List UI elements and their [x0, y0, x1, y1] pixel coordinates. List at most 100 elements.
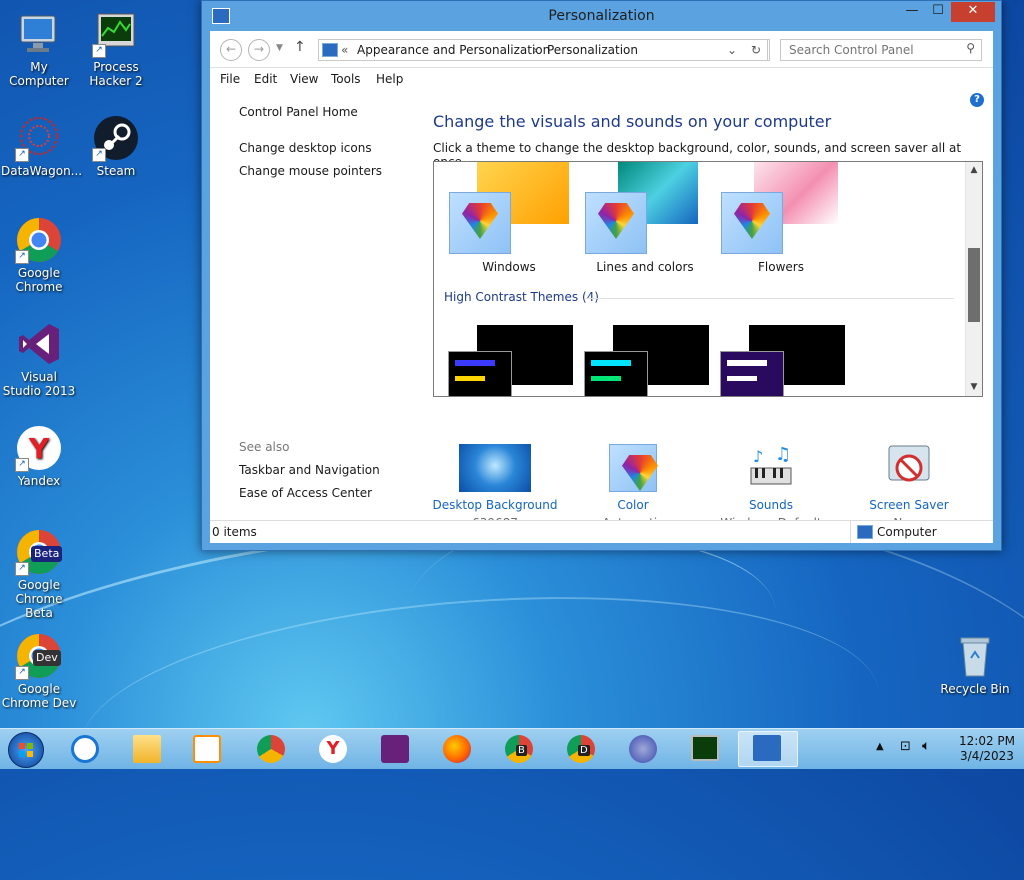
network-icon[interactable]: ⊡	[900, 739, 911, 754]
taskbar-control-panel-active[interactable]	[738, 731, 798, 767]
chrome-dev-icon: Dev ↗	[15, 632, 63, 680]
menu-view[interactable]: View	[290, 72, 318, 86]
theme-lines-and-colors[interactable]: Lines and colors	[580, 162, 710, 277]
search-input[interactable]	[787, 40, 961, 60]
screen-saver-item[interactable]: Screen Saver None	[839, 444, 979, 530]
desktop-icon-visual-studio[interactable]: Visual Studio 2013	[1, 320, 77, 398]
taskbar-internet-explorer[interactable]	[68, 733, 102, 765]
recent-pages-chevron-icon[interactable]: ▼	[276, 43, 283, 53]
menu-help[interactable]: Help	[376, 72, 403, 86]
theme-flowers[interactable]: Flowers	[716, 162, 846, 277]
desktop-icon-steam[interactable]: ↗ Steam	[78, 114, 154, 178]
desktop-icon-chrome-beta[interactable]: Beta ↗ Google Chrome Beta	[1, 528, 77, 620]
start-button[interactable]	[8, 732, 44, 768]
chrome-icon	[257, 735, 285, 763]
page-title: Change the visuals and sounds on your co…	[433, 112, 832, 131]
color-wheel-icon	[585, 192, 647, 254]
volume-icon[interactable]: 🔈︎	[922, 738, 930, 754]
link-control-panel-home[interactable]: Control Panel Home	[239, 105, 358, 119]
maximize-button[interactable]: ☐	[925, 2, 951, 22]
title-bar[interactable]: Personalization — ☐ ✕	[202, 1, 1001, 31]
computer-icon	[857, 525, 873, 539]
dev-badge: Dev	[33, 650, 61, 666]
desktop-icon-my-computer[interactable]: My Computer	[1, 10, 77, 88]
menu-bar: File Edit View Tools Help	[210, 68, 993, 90]
taskbar: Y B D ▲ ⊡ 🔈︎ 12:02 PM 3/4/2023	[0, 728, 1024, 769]
taskbar-yandex[interactable]: Y	[316, 733, 350, 765]
beta-badge: B	[516, 745, 527, 756]
scroll-thumb[interactable]	[968, 248, 980, 322]
breadcrumb-separator-icon: ›	[533, 43, 538, 57]
shortcut-arrow-icon: ↗	[15, 458, 29, 472]
high-contrast-theme-3[interactable]	[714, 325, 845, 396]
taskbar-virus-app[interactable]	[626, 733, 660, 765]
theme-list-scrollbar[interactable]: ▲ ▼	[965, 162, 982, 396]
window-client: ← → ▼ ↑ « Appearance and Personalization…	[210, 31, 993, 543]
taskbar-media-player[interactable]	[190, 733, 224, 765]
sounds-item[interactable]: ♪♫ Sounds Windows Default	[701, 444, 841, 530]
link-ease-of-access[interactable]: Ease of Access Center	[239, 486, 372, 500]
firefox-icon	[443, 735, 471, 763]
help-icon[interactable]: ?	[970, 93, 984, 107]
desktop-icon-yandex[interactable]: Y ↗ Yandex	[1, 424, 77, 488]
desktop-icon-recycle-bin[interactable]: Recycle Bin	[937, 632, 1013, 696]
taskbar-chrome-beta[interactable]: B	[502, 733, 536, 765]
taskbar-chrome-dev[interactable]: D	[564, 733, 598, 765]
taskbar-file-explorer[interactable]	[130, 733, 164, 765]
refresh-button[interactable]: ↻	[745, 39, 768, 61]
desktop-background-item[interactable]: Desktop Background 639687	[425, 444, 565, 530]
menu-file[interactable]: File	[220, 72, 240, 86]
back-button[interactable]: ←	[220, 39, 242, 61]
show-hidden-icons-icon[interactable]: ▲	[876, 741, 884, 752]
menu-tools[interactable]: Tools	[331, 72, 361, 86]
up-arrow-icon[interactable]: ↑	[294, 39, 306, 55]
high-contrast-theme-1[interactable]	[442, 325, 573, 396]
folder-icon	[133, 735, 161, 763]
forward-button[interactable]: →	[248, 39, 270, 61]
svg-text:Y: Y	[28, 432, 50, 465]
close-button[interactable]: ✕	[951, 2, 995, 22]
link-taskbar-navigation[interactable]: Taskbar and Navigation	[239, 463, 380, 477]
breadcrumb-overflow[interactable]: «	[341, 43, 348, 57]
clock[interactable]: 12:02 PM 3/4/2023	[952, 734, 1022, 764]
address-dropdown-icon[interactable]: ⌄	[727, 43, 737, 57]
scroll-down-icon[interactable]: ▼	[966, 382, 982, 392]
taskbar-firefox[interactable]	[440, 733, 474, 765]
process-hacker-icon: ↗	[92, 10, 140, 58]
shortcut-arrow-icon: ↗	[15, 148, 29, 162]
link-change-mouse-pointers[interactable]: Change mouse pointers	[239, 164, 382, 178]
high-contrast-section-label: High Contrast Themes (4)	[444, 290, 599, 304]
section-divider	[584, 298, 954, 299]
search-icon[interactable]: ⚲	[966, 41, 975, 55]
breadcrumb-appearance[interactable]: Appearance and Personalization	[357, 43, 550, 57]
shortcut-arrow-icon: ↗	[15, 666, 29, 680]
left-pane: Control Panel Home Change desktop icons …	[210, 89, 425, 519]
taskbar-process-hacker[interactable]	[688, 733, 722, 765]
address-bar[interactable]: « Appearance and Personalization › Perso…	[318, 39, 770, 61]
desktop-icon-datawagon[interactable]: ↗ DataWagon...	[1, 114, 82, 178]
taskbar-chrome[interactable]	[254, 733, 288, 765]
menu-edit[interactable]: Edit	[254, 72, 277, 86]
desktop-icon-google-chrome[interactable]: ↗ Google Chrome	[1, 216, 77, 294]
breadcrumb-personalization[interactable]: Personalization	[547, 43, 638, 57]
status-bar: 0 items Computer	[210, 520, 993, 543]
taskbar-visual-studio[interactable]	[378, 733, 412, 765]
theme-windows[interactable]: Windows	[444, 162, 574, 277]
link-change-desktop-icons[interactable]: Change desktop icons	[239, 141, 372, 155]
control-panel-icon	[753, 735, 781, 761]
desktop-icon-chrome-dev[interactable]: Dev ↗ Google Chrome Dev	[1, 632, 77, 710]
color-item[interactable]: Color Automatic	[563, 444, 703, 530]
chrome-icon: ↗	[15, 216, 63, 264]
scroll-up-icon[interactable]: ▲	[966, 165, 982, 175]
internet-explorer-icon	[71, 735, 99, 763]
main-pane: ? Change the visuals and sounds on your …	[425, 89, 993, 530]
virus-icon	[629, 735, 657, 763]
window-title: Personalization	[548, 8, 655, 24]
svg-text:♫: ♫	[775, 444, 791, 465]
chrome-beta-icon: Beta ↗	[15, 528, 63, 576]
shortcut-arrow-icon: ↗	[92, 148, 106, 162]
desktop-icon-process-hacker[interactable]: ↗ Process Hacker 2	[78, 10, 154, 88]
high-contrast-theme-2[interactable]	[578, 325, 709, 396]
minimize-button[interactable]: —	[899, 2, 925, 22]
system-tray: ▲ ⊡ 🔈︎ 12:02 PM 3/4/2023	[872, 729, 1024, 769]
